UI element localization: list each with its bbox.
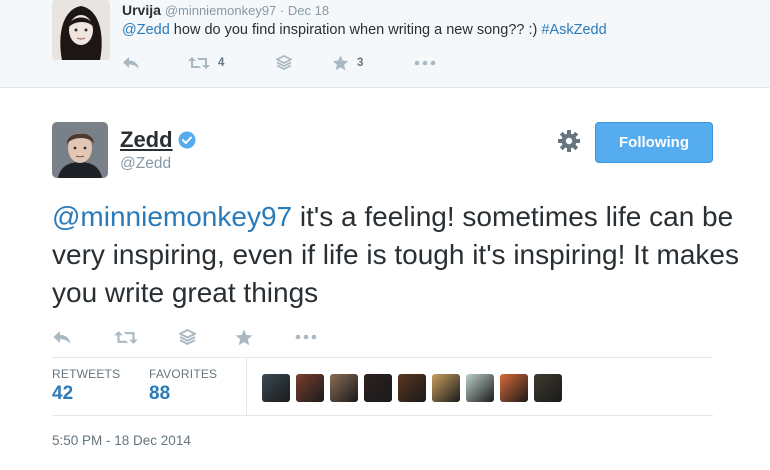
parent-tweet-header: Urvija @minniemonkey97 · Dec 18 — [122, 2, 329, 18]
parent-tweet[interactable]: Urvija @minniemonkey97 · Dec 18 @Zedd ho… — [0, 0, 770, 88]
tweet-timestamp[interactable]: 5:50 PM - 18 Dec 2014 — [52, 433, 191, 448]
hashtag-link[interactable]: #AskZedd — [541, 22, 606, 38]
retweet-count: 4 — [218, 57, 225, 69]
verified-icon — [178, 131, 196, 149]
parent-tweet-text: @Zedd how do you find inspiration when w… — [122, 22, 607, 38]
avatar[interactable] — [52, 122, 108, 178]
retweet-icon — [114, 330, 138, 344]
favoriter-avatar[interactable] — [398, 374, 426, 402]
avatar[interactable] — [52, 0, 110, 60]
stack-icon — [276, 55, 292, 71]
reply-icon — [53, 330, 71, 344]
separator: · — [276, 3, 288, 18]
star-icon — [235, 329, 253, 345]
tweet-text: @minniemonkey97 it's a feeling! sometime… — [52, 198, 752, 312]
divider — [52, 357, 713, 358]
more-icon — [414, 60, 436, 66]
favoriter-avatar[interactable] — [296, 374, 324, 402]
more-button[interactable] — [414, 52, 436, 74]
more-button[interactable] — [295, 326, 317, 348]
author-handle[interactable]: @Zedd — [120, 155, 171, 173]
favorites-count: 88 — [149, 383, 171, 404]
favorites-label: FAVORITES — [149, 367, 218, 381]
mention-link[interactable]: @Zedd — [122, 22, 170, 38]
reply-icon — [123, 57, 139, 69]
gear-icon[interactable] — [557, 129, 581, 153]
reply-button[interactable] — [122, 52, 140, 74]
favoriter-avatar[interactable] — [262, 374, 290, 402]
stack-button[interactable] — [179, 326, 196, 348]
author-name[interactable]: Zedd — [120, 127, 173, 153]
favoriter-avatar[interactable] — [432, 374, 460, 402]
retweet-button[interactable]: 4 — [188, 52, 224, 74]
favorite-count: 3 — [357, 57, 364, 69]
author-handle[interactable]: @minniemonkey97 — [165, 3, 276, 18]
stack-button[interactable] — [276, 52, 292, 74]
retweet-icon — [188, 57, 210, 69]
favoriter-avatar[interactable] — [500, 374, 528, 402]
retweet-button[interactable] — [114, 326, 138, 348]
retweets-count: 42 — [52, 383, 74, 404]
star-icon — [332, 55, 349, 71]
divider — [246, 358, 247, 415]
favoriter-avatar[interactable] — [364, 374, 392, 402]
author-name[interactable]: Urvija — [122, 2, 161, 18]
mention-link[interactable]: @minniemonkey97 — [52, 201, 292, 232]
favoriter-avatar[interactable] — [330, 374, 358, 402]
stack-icon — [179, 328, 196, 345]
tweet-actions — [52, 326, 452, 348]
favorite-button[interactable]: 3 — [332, 52, 363, 74]
favoriters-avatars — [262, 374, 562, 402]
reply-button[interactable] — [52, 326, 72, 348]
tweet-body: how do you find inspiration when writing… — [169, 22, 542, 38]
more-icon — [295, 334, 317, 340]
tweet-date[interactable]: Dec 18 — [288, 3, 329, 18]
retweets-stat[interactable]: RETWEETS 42 — [52, 367, 120, 405]
following-button[interactable]: Following — [595, 122, 713, 163]
favorite-button[interactable] — [235, 326, 253, 348]
divider — [52, 415, 713, 416]
parent-tweet-actions: 4 3 — [122, 52, 522, 74]
favoriter-avatar[interactable] — [466, 374, 494, 402]
favoriter-avatar[interactable] — [534, 374, 562, 402]
favorites-stat[interactable]: FAVORITES 88 — [149, 367, 217, 405]
retweets-label: RETWEETS — [52, 367, 121, 381]
